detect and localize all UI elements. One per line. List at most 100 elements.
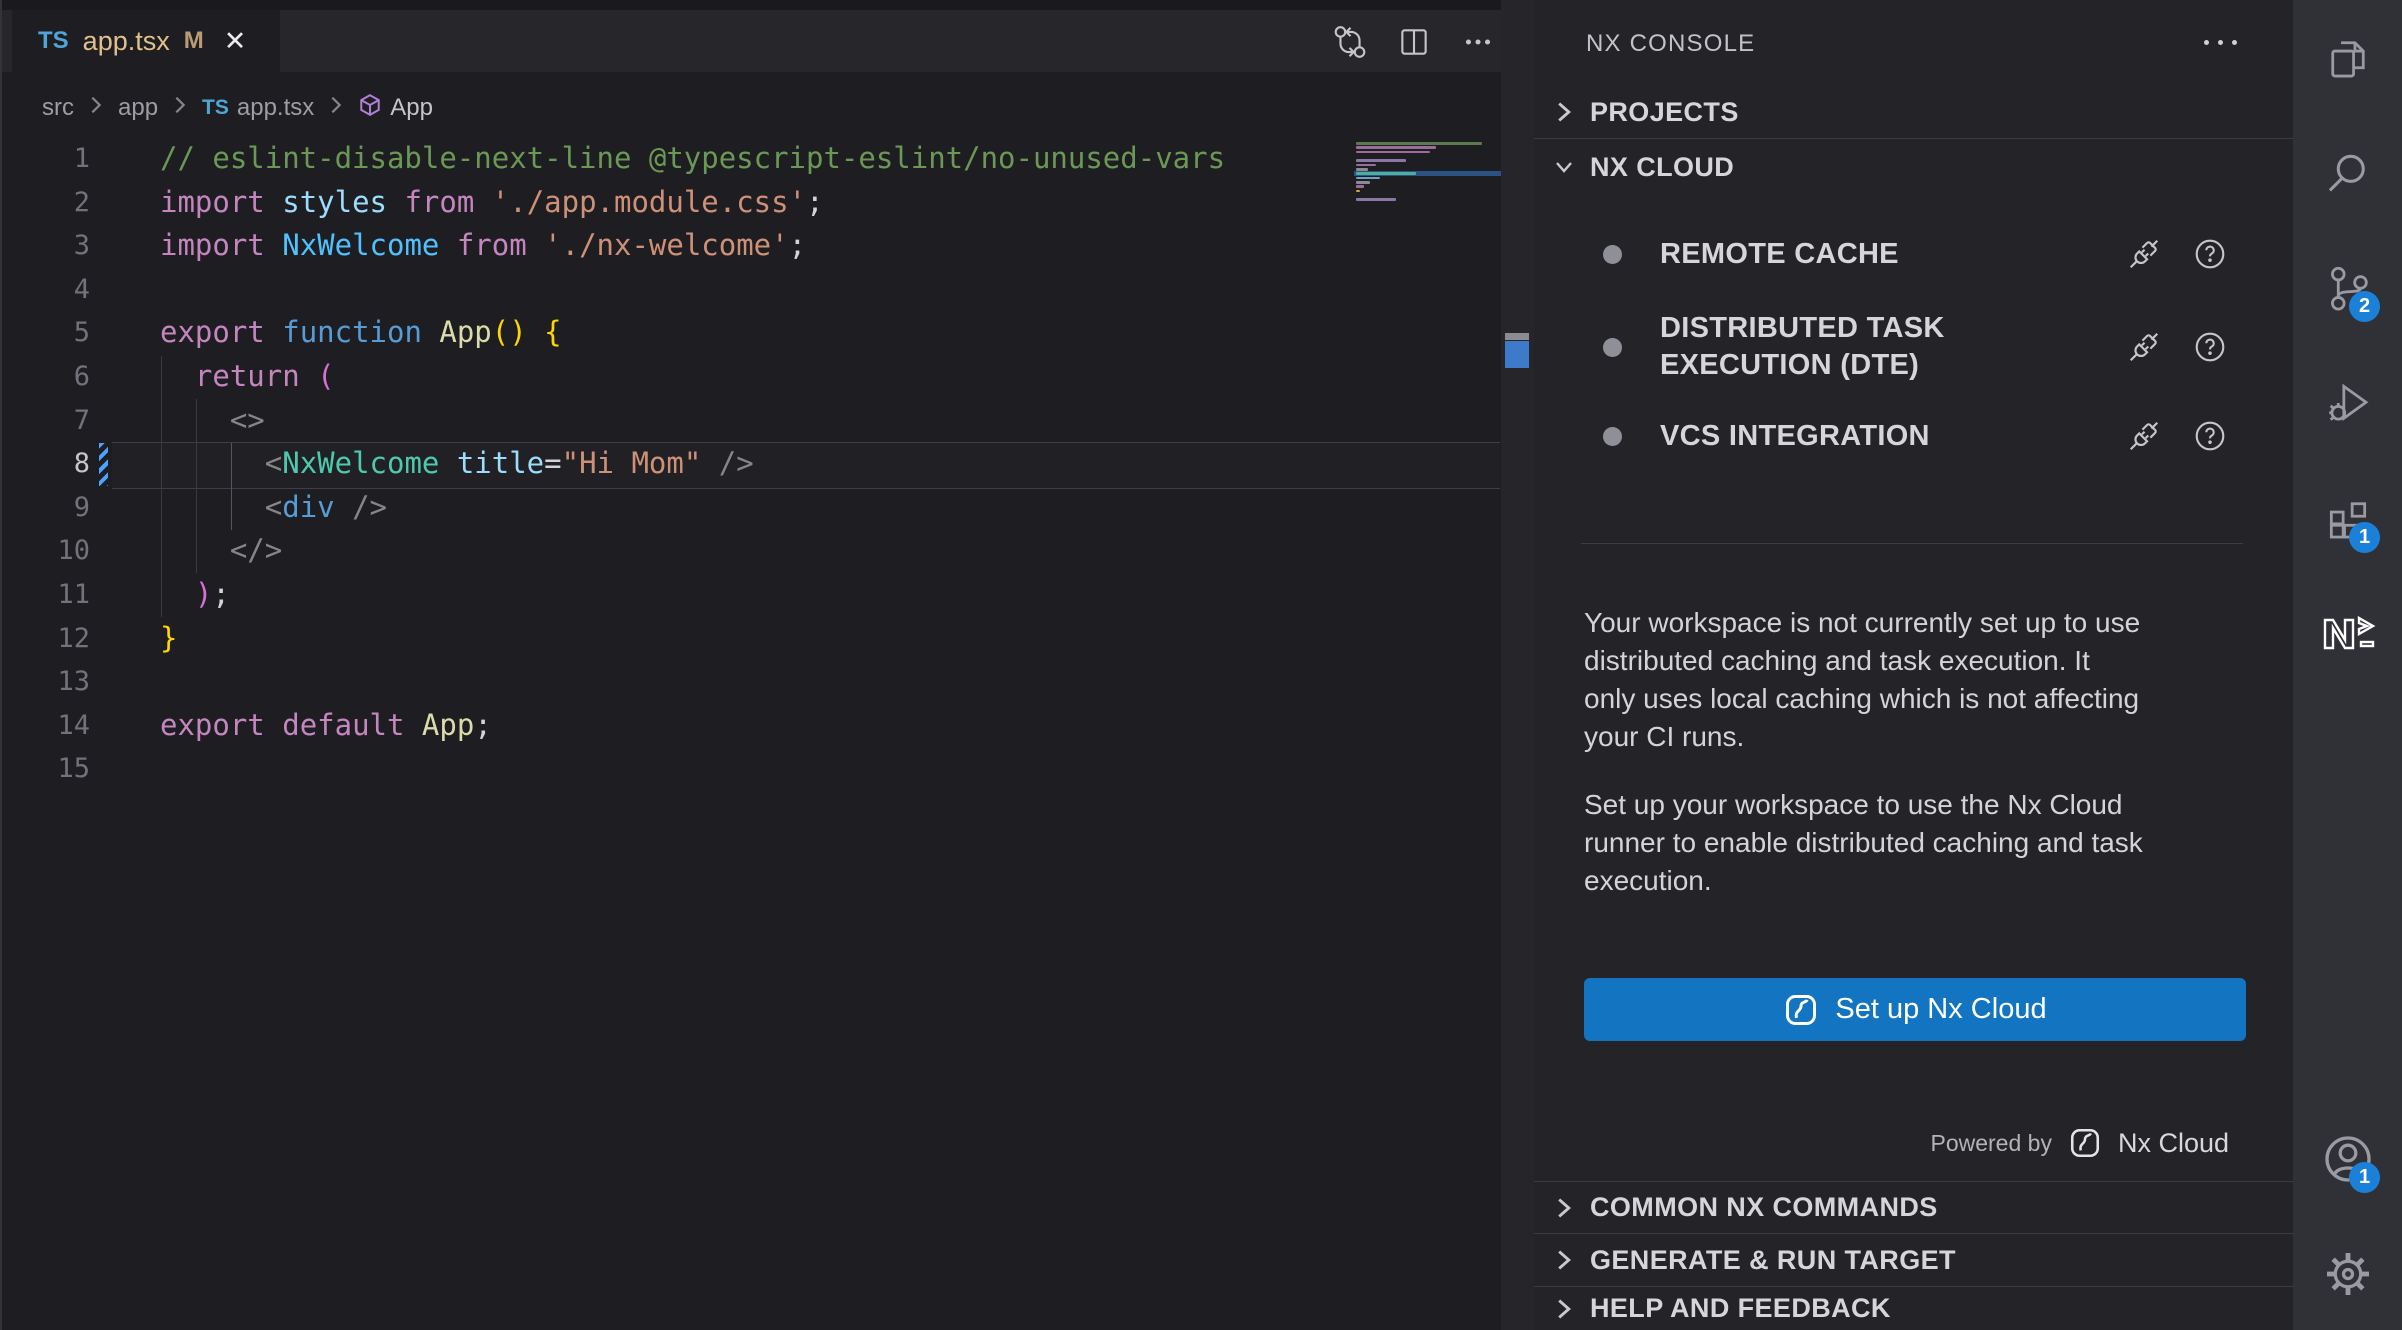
- section-label: NX CLOUD: [1590, 152, 1734, 183]
- chevron-right-icon: [1554, 100, 1574, 124]
- source-control-icon[interactable]: 2: [2293, 247, 2402, 329]
- nx-cloud-icon: [1783, 992, 1819, 1028]
- section-projects[interactable]: PROJECTS: [1534, 86, 2293, 139]
- accounts-icon[interactable]: 1: [2293, 1118, 2402, 1200]
- nx-cloud-brand-label[interactable]: Nx Cloud: [2118, 1128, 2229, 1159]
- split-editor-icon[interactable]: [1396, 24, 1432, 60]
- connect-icon[interactable]: [2127, 237, 2161, 271]
- nx-cloud-feature-row: VCS INTEGRATION: [1534, 408, 2293, 464]
- help-icon[interactable]: [2193, 330, 2227, 364]
- section-label: PROJECTS: [1590, 97, 1739, 128]
- line-number: 6: [2, 355, 90, 399]
- nx-console-panel: NX CONSOLE PROJECTS NX CLOUD REMOTE CACH…: [1534, 0, 2293, 1330]
- breadcrumb-item[interactable]: src: [42, 94, 74, 122]
- code-line[interactable]: 6 return (: [2, 355, 1502, 399]
- breadcrumb-label: app: [118, 94, 158, 122]
- git-modified-badge: M: [184, 27, 204, 55]
- workspace-status-text: Your workspace is not currently set up t…: [1584, 604, 2264, 756]
- feature-label: VCS INTEGRATION: [1660, 418, 1930, 455]
- close-icon[interactable]: ✕: [224, 26, 247, 57]
- code-line[interactable]: 2 import styles from './app.module.css';: [2, 181, 1502, 225]
- overview-ruler[interactable]: [1501, 0, 1536, 1330]
- breadcrumb-separator-icon: [172, 94, 188, 122]
- minimap-line: [1354, 202, 1502, 206]
- code-line[interactable]: 12}: [2, 617, 1502, 661]
- explorer-icon[interactable]: [2293, 17, 2402, 99]
- code-line[interactable]: 8 <NxWelcome title="Hi Mom" />: [2, 442, 1502, 486]
- code-line[interactable]: 7 <>: [2, 399, 1502, 443]
- section-help-and-feedback[interactable]: HELP AND FEEDBACK: [1534, 1286, 2293, 1330]
- code-text: export default App;: [160, 704, 492, 748]
- code-text: <NxWelcome title="Hi Mom" />: [160, 442, 754, 486]
- extensions-badge: 1: [2349, 522, 2380, 553]
- breadcrumb-label: src: [42, 94, 74, 122]
- tab-bar: TS app.tsx M ✕: [2, 10, 1536, 72]
- accounts-badge: 1: [2349, 1162, 2380, 1193]
- code-line[interactable]: 3import NxWelcome from './nx-welcome';: [2, 224, 1502, 268]
- editor-group: TS app.tsx M ✕: [0, 0, 1536, 1330]
- help-icon[interactable]: [2193, 419, 2227, 453]
- feature-label: DISTRIBUTED TASKEXECUTION (DTE): [1660, 310, 1945, 384]
- vscode-window: TS app.tsx M ✕: [0, 0, 2402, 1330]
- line-number: 2: [2, 181, 90, 225]
- code-text: );: [160, 573, 230, 617]
- nx-cloud-feature-row: REMOTE CACHE: [1534, 226, 2293, 282]
- symbol-module-icon: [358, 93, 382, 124]
- code-line[interactable]: 1// eslint-disable-next-line @typescript…: [2, 137, 1502, 181]
- code-text: import NxWelcome from './nx-welcome';: [160, 224, 806, 268]
- line-number: 10: [2, 529, 90, 573]
- extensions-icon[interactable]: 1: [2293, 478, 2402, 560]
- line-number: 5: [2, 311, 90, 355]
- help-icon[interactable]: [2193, 237, 2227, 271]
- section-common-nx-commands[interactable]: COMMON NX COMMANDS: [1534, 1181, 2293, 1233]
- open-changes-icon[interactable]: [1332, 24, 1368, 60]
- connect-icon[interactable]: [2127, 330, 2161, 364]
- section-label: COMMON NX COMMANDS: [1590, 1192, 1938, 1223]
- settings-gear-icon[interactable]: [2293, 1233, 2402, 1315]
- code-text: <div />: [160, 486, 387, 530]
- line-number: 4: [2, 268, 90, 312]
- code-line[interactable]: 4: [2, 268, 1502, 312]
- code-line[interactable]: 15: [2, 747, 1502, 791]
- minimap[interactable]: [1354, 141, 1502, 206]
- breadcrumb-item[interactable]: TSapp.tsx: [202, 94, 314, 122]
- code-line[interactable]: 9 <div />: [2, 486, 1502, 530]
- breadcrumb-item[interactable]: app: [118, 94, 158, 122]
- breadcrumb: src app TSapp.tsx App: [42, 86, 433, 130]
- chevron-right-icon: [1554, 1196, 1574, 1220]
- breadcrumb-item[interactable]: App: [358, 93, 433, 124]
- code-line[interactable]: 14export default App;: [2, 704, 1502, 748]
- code-area[interactable]: 1// eslint-disable-next-line @typescript…: [2, 137, 1502, 791]
- search-icon[interactable]: [2293, 132, 2402, 214]
- tab-app-tsx[interactable]: TS app.tsx M ✕: [12, 10, 280, 72]
- code-line[interactable]: 10 </>: [2, 529, 1502, 573]
- line-number: 13: [2, 660, 90, 704]
- panel-more-actions-icon[interactable]: [2204, 40, 2237, 45]
- code-line[interactable]: 5export function App() {: [2, 311, 1502, 355]
- typescript-file-icon: TS: [38, 27, 69, 55]
- line-number: 7: [2, 399, 90, 443]
- code-line[interactable]: 13: [2, 660, 1502, 704]
- status-bullet: [1603, 245, 1622, 264]
- panel-title: NX CONSOLE: [1586, 30, 1755, 58]
- setup-hint-text: Set up your workspace to use the Nx Clou…: [1584, 786, 2264, 900]
- nx-console-icon[interactable]: [2293, 593, 2402, 675]
- code-line[interactable]: 11 );: [2, 573, 1502, 617]
- section-label: HELP AND FEEDBACK: [1590, 1293, 1891, 1324]
- code-text: }: [160, 617, 177, 661]
- section-nx-cloud[interactable]: NX CLOUD: [1534, 139, 2293, 195]
- code-text: <>: [160, 399, 265, 443]
- setup-nx-cloud-button[interactable]: Set up Nx Cloud: [1584, 978, 2246, 1041]
- typescript-file-icon: TS: [202, 96, 229, 120]
- powered-by-label: Powered by: [1930, 1130, 2051, 1157]
- panel-divider: [1581, 543, 2243, 544]
- code-text: import styles from './app.module.css';: [160, 181, 824, 225]
- connect-icon[interactable]: [2127, 419, 2161, 453]
- chevron-down-icon: [1554, 156, 1574, 178]
- line-number: 1: [2, 137, 90, 181]
- section-generate-run-target[interactable]: GENERATE & RUN TARGET: [1534, 1233, 2293, 1286]
- more-actions-icon[interactable]: [1460, 24, 1496, 60]
- breadcrumb-label: App: [390, 94, 433, 122]
- run-debug-icon[interactable]: [2293, 362, 2402, 444]
- source-control-badge: 2: [2349, 291, 2380, 322]
